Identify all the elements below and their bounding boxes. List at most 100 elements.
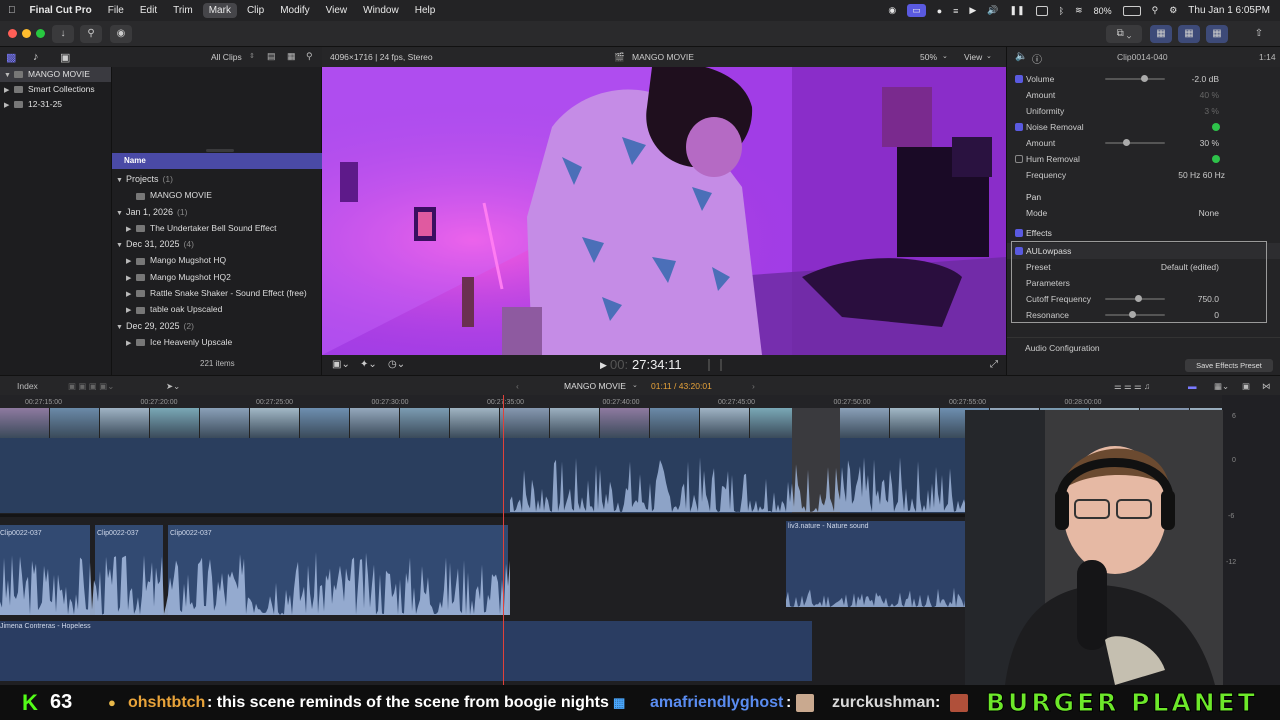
checkbox[interactable]	[1015, 229, 1023, 237]
inspector-row[interactable]: Effects	[1007, 225, 1280, 241]
library-item-smart-collections[interactable]: ▶ Smart Collections	[0, 82, 111, 97]
parameter-slider[interactable]	[1105, 78, 1165, 80]
browser-group[interactable]: ▼ Dec 29, 2025 (2)	[112, 318, 322, 334]
retime-icon[interactable]: ◷⌄	[388, 359, 405, 370]
bluetooth-icon[interactable]: ᛒ	[1059, 6, 1064, 16]
fullscreen-icon[interactable]: ⤢	[990, 359, 998, 370]
volume-icon[interactable]: 🔊	[987, 5, 998, 16]
inspector-row[interactable]: Pan	[1007, 189, 1280, 205]
show-browser-button[interactable]: ▦	[1150, 25, 1172, 43]
browser-group[interactable]: ▼ Projects (1)	[112, 171, 322, 187]
search-icon[interactable]: ⚲	[1152, 5, 1159, 16]
pause-icon[interactable]: ❚❚	[1010, 5, 1025, 16]
audio-configuration-label[interactable]: Audio Configuration	[1025, 343, 1100, 353]
menu-window[interactable]: Window	[355, 5, 407, 16]
menu-file[interactable]: File	[100, 5, 132, 16]
clip-appearance-icon[interactable]: ▦⌄	[1214, 376, 1229, 396]
inspector-row[interactable]: Preset Default (edited)	[1007, 259, 1280, 275]
enhance-icon[interactable]: ✦⌄	[360, 359, 377, 370]
slider-knob[interactable]	[1123, 139, 1130, 146]
inspector-row[interactable]: Resonance 0	[1007, 307, 1280, 323]
menu-edit[interactable]: Edit	[132, 5, 165, 16]
parameter-slider[interactable]	[1105, 142, 1165, 144]
show-inspector-button[interactable]: ▦	[1206, 25, 1228, 43]
checkbox[interactable]	[1015, 123, 1023, 131]
wifi-icon[interactable]: ≋	[1075, 5, 1083, 16]
primary-audio-track[interactable]	[0, 438, 510, 513]
audio-inspector-icon[interactable]: 🔈	[1015, 51, 1027, 62]
libraries-icon[interactable]: ▩	[6, 51, 16, 64]
disclosure-triangle-icon[interactable]: ▶	[126, 336, 136, 350]
app-menu[interactable]: Final Cut Pro	[24, 5, 100, 16]
inspector-row[interactable]: Hum Removal	[1007, 151, 1280, 167]
transform-icon[interactable]: ▣⌄	[332, 359, 350, 370]
background-tasks-button[interactable]: ◉	[110, 25, 132, 43]
back-icon[interactable]: ‹	[516, 376, 519, 396]
view-menu[interactable]: View	[964, 47, 982, 67]
keyword-button[interactable]: ⚲	[80, 25, 102, 43]
disclosure-triangle-icon[interactable]: ▶	[126, 254, 136, 268]
share-button[interactable]: ⧉ ⌄	[1106, 25, 1142, 43]
inspector-row[interactable]: AULowpass	[1007, 243, 1280, 259]
tray-record-icon[interactable]: ●	[937, 6, 942, 16]
inspector-row[interactable]: Uniformity 3 %	[1007, 103, 1280, 119]
inspector-row[interactable]: Mode None	[1007, 205, 1280, 221]
disclosure-triangle-icon[interactable]: ▼	[116, 238, 126, 252]
disclosure-triangle-icon[interactable]: ▼	[116, 173, 126, 187]
browser-clip-item[interactable]: ▶ Ice Heavenly Upscale	[112, 334, 322, 350]
import-button[interactable]: ↓	[52, 25, 74, 43]
save-effects-preset-button[interactable]: Save Effects Preset	[1185, 359, 1273, 372]
close-window-button[interactable]	[8, 29, 17, 38]
browser-clip-item[interactable]: ▶ The Undertaker Bell Sound Effect	[112, 220, 322, 236]
library-item-event[interactable]: ▶ 12-31-25	[0, 97, 111, 112]
disclosure-triangle-icon[interactable]: ▼	[116, 206, 126, 220]
export-button[interactable]: ⇧	[1250, 25, 1268, 43]
play-button[interactable]: ▶	[600, 360, 607, 371]
disclosure-triangle-icon[interactable]: ▼	[116, 320, 126, 334]
inspector-row[interactable]: Cutoff Frequency 750.0	[1007, 291, 1280, 307]
zoom-window-button[interactable]	[36, 29, 45, 38]
zoom-level[interactable]: 50%	[920, 47, 937, 67]
inspector-row[interactable]: Amount 30 %	[1007, 135, 1280, 151]
view-chevron-icon[interactable]: ⌄	[986, 47, 992, 67]
browser-clip-item[interactable]: ▶ Mango Mugshot HQ2	[112, 269, 322, 285]
list-view-icon[interactable]: ▦	[287, 51, 296, 62]
minimize-window-button[interactable]	[22, 29, 31, 38]
effects-browser-icon[interactable]: ▣	[1242, 376, 1250, 396]
slider-knob[interactable]	[1135, 295, 1142, 302]
disclosure-triangle-icon[interactable]: ▶	[126, 271, 136, 285]
playhead[interactable]	[503, 395, 504, 685]
inspector-row[interactable]: Amount 40 %	[1007, 87, 1280, 103]
control-center-icon[interactable]: ⚙	[1169, 5, 1177, 16]
disclosure-triangle-icon[interactable]: ▶	[126, 222, 136, 236]
browser-clip-item[interactable]: MANGO MOVIE	[112, 187, 322, 203]
zoom-chevron-icon[interactable]: ⌄	[942, 47, 948, 67]
menu-trim[interactable]: Trim	[165, 5, 201, 16]
browser-search-icon[interactable]: ⚲	[306, 51, 313, 62]
checkbox[interactable]	[1015, 75, 1023, 83]
apple-icon[interactable]: 	[0, 5, 24, 16]
inspector-row[interactable]: Volume -2.0 dB	[1007, 71, 1280, 87]
browser-scroll-thumb[interactable]	[206, 149, 234, 152]
disclosure-triangle-icon[interactable]: ▶	[126, 287, 136, 301]
menu-clip[interactable]: Clip	[239, 5, 272, 16]
inspector-row[interactable]: Noise Removal	[1007, 119, 1280, 135]
titles-generators-icon[interactable]: ▣	[60, 51, 70, 64]
clip-filter[interactable]: All Clips	[211, 52, 242, 62]
display-icon[interactable]	[1035, 5, 1048, 16]
filmstrip-view-icon[interactable]: ▤	[267, 51, 276, 62]
clock[interactable]: Thu Jan 1 6:05PM	[1188, 5, 1270, 16]
arrow-tool-icon[interactable]: ➤⌄	[166, 376, 180, 396]
edit-tools-icons[interactable]: ▣ ▣ ▣ ▣⌄	[68, 376, 114, 396]
skimming-icons[interactable]: ⚌ ⚌ ⚌ ♫	[1114, 376, 1150, 396]
checkbox[interactable]	[1015, 247, 1023, 255]
timeline-zoom-icon[interactable]: ▬	[1188, 376, 1197, 396]
disclosure-triangle-icon[interactable]: ▶	[126, 303, 136, 317]
browser-clip-item[interactable]: ▶ Mango Mugshot HQ	[112, 252, 322, 268]
inspector-row[interactable]: Frequency 50 Hz 60 Hz	[1007, 167, 1280, 183]
clip-filter-chevron-icon[interactable]: ⇕	[249, 52, 255, 60]
library-item-mango-movie[interactable]: ▼ MANGO MOVIE	[0, 67, 111, 82]
browser-group[interactable]: ▼ Dec 31, 2025 (4)	[112, 236, 322, 252]
slider-knob[interactable]	[1141, 75, 1148, 82]
forward-icon[interactable]: ›	[752, 376, 755, 396]
